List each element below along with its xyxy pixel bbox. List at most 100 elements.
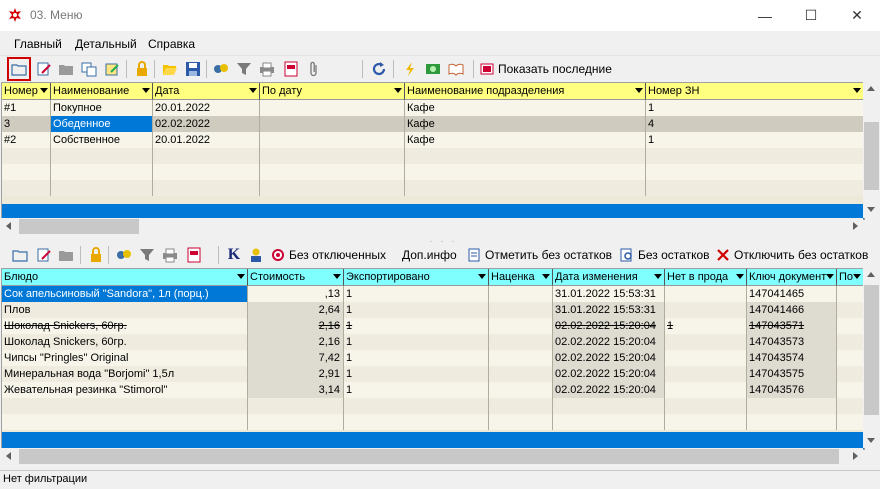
table-row[interactable]: Шоколад Snickers, 60гр. 2,16 1 02.02.2022 1…	[2, 318, 864, 334]
scroll-thumb[interactable]	[19, 449, 839, 464]
book-button[interactable]	[446, 59, 466, 79]
bottom_grid-column-header[interactable]: Ключ документ	[747, 269, 837, 286]
lock-button[interactable]	[132, 59, 152, 79]
refresh-icon	[372, 62, 386, 76]
table-cell: 31.01.2022 15:53:31	[553, 286, 665, 302]
dropdown-arrow-icon[interactable]	[333, 274, 341, 279]
menu-help[interactable]: Справка	[148, 37, 195, 51]
edit-button[interactable]	[34, 59, 54, 79]
column-header-label: Наценка	[491, 271, 535, 283]
print-button-2[interactable]	[160, 245, 180, 265]
dropdown-arrow-icon[interactable]	[394, 88, 402, 93]
lightning-button[interactable]	[400, 59, 420, 79]
table-row[interactable]: #1 Покупное 20.01.2022 Кафе 1	[2, 100, 864, 116]
toolbar-separator	[154, 60, 155, 78]
disable-no-stock-button[interactable]: Отключить без остатков	[716, 245, 868, 265]
minimize-button[interactable]: —	[742, 0, 788, 31]
bottom_grid-column-header[interactable]: Экспортировано	[344, 269, 489, 286]
table-row[interactable]: #2 Собственное 20.01.2022 Кафе 1	[2, 132, 864, 148]
bottom_grid-column-header[interactable]: Стоимость	[248, 269, 344, 286]
bottom_grid-column-header[interactable]: Нет в прода	[665, 269, 747, 286]
filter-button[interactable]	[234, 59, 254, 79]
top_grid-column-header[interactable]: Дата	[153, 83, 260, 100]
table-row[interactable]: Плов 2,64 1 31.01.2022 15:53:31 147041466	[2, 302, 864, 318]
top_grid-column-header[interactable]: Наименование	[51, 83, 153, 100]
dropdown-arrow-icon[interactable]	[853, 88, 861, 93]
open-folder-button-2[interactable]	[10, 245, 30, 265]
scroll-left-icon	[6, 222, 11, 230]
dropdown-arrow-icon[interactable]	[249, 88, 257, 93]
without-disabled-button[interactable]: Без отключенных	[271, 245, 386, 265]
close-button[interactable]: ✕	[834, 0, 880, 31]
folder-gray-button-2[interactable]	[56, 245, 76, 265]
person-button[interactable]	[246, 245, 266, 265]
table-row[interactable]: Минеральная вода "Borjomi" 1,5л 2,91 1 02.0…	[2, 366, 864, 382]
table-cell: 147043573	[747, 334, 837, 350]
extra-info-button[interactable]: Доп.инфо	[402, 245, 457, 265]
table-cell	[646, 164, 864, 180]
edit-button-2[interactable]	[34, 245, 54, 265]
print-button[interactable]	[257, 59, 277, 79]
table-row[interactable]: Жевательная резинка "Stimorol" 3,14 1 02.02…	[2, 382, 864, 398]
show-last-button[interactable]: Показать последние	[480, 59, 612, 79]
bottom-horizontal-scrollbar[interactable]	[1, 448, 863, 465]
table-cell: Собственное	[51, 132, 153, 148]
top-vertical-scrollbar[interactable]	[863, 82, 880, 218]
filter-button-2[interactable]	[137, 245, 157, 265]
dropdown-arrow-icon[interactable]	[142, 88, 150, 93]
scroll-thumb[interactable]	[864, 122, 879, 190]
bottom_grid-column-header[interactable]: Дата изменения	[553, 269, 665, 286]
top_grid-column-header[interactable]: Номер	[2, 83, 51, 100]
dropdown-arrow-icon[interactable]	[478, 274, 486, 279]
table-row[interactable]: Сок апельсиновый "Sandora", 1л (порц.) ,1…	[2, 286, 864, 302]
report-button[interactable]	[281, 59, 301, 79]
table-cell	[260, 148, 405, 164]
open-file-button[interactable]	[160, 59, 180, 79]
report-button-2[interactable]	[184, 245, 204, 265]
maximize-button[interactable]: ☐	[788, 0, 834, 31]
table-row[interactable]: Шоколад Snickers, 60гр. 2,16 1 02.02.2022 1…	[2, 334, 864, 350]
money-button[interactable]	[423, 59, 443, 79]
top_grid-column-header[interactable]: Наименование подразделения	[405, 83, 646, 100]
bottom_grid-column-header[interactable]: Наценка	[489, 269, 553, 286]
bottom_grid-column-header[interactable]: По	[837, 269, 864, 286]
save-button[interactable]	[183, 59, 203, 79]
menu-detail[interactable]: Детальный	[75, 37, 137, 51]
table-cell	[837, 350, 864, 366]
menu-main[interactable]: Главный	[14, 37, 62, 51]
bottom-vertical-scrollbar[interactable]	[863, 268, 880, 448]
dropdown-arrow-icon[interactable]	[40, 88, 48, 93]
k-icon[interactable]: K	[224, 245, 244, 265]
dropdown-arrow-icon[interactable]	[826, 274, 834, 279]
open-folder-button[interactable]	[7, 57, 31, 81]
table-cell: 1	[646, 100, 864, 116]
no-stock-button[interactable]: Без остатков	[620, 245, 710, 265]
mark-no-stock-button[interactable]: Отметить без остатков	[467, 245, 612, 265]
edit-note-button[interactable]	[102, 59, 122, 79]
column-header-label: Ключ документ	[749, 271, 827, 283]
dropdown-arrow-icon[interactable]	[542, 274, 550, 279]
top-horizontal-scrollbar[interactable]	[1, 218, 863, 235]
copy-button[interactable]	[79, 59, 99, 79]
dropdown-arrow-icon[interactable]	[635, 88, 643, 93]
dropdown-arrow-icon[interactable]	[736, 274, 744, 279]
table-cell	[2, 180, 51, 196]
top_grid-column-header[interactable]: По дату	[260, 83, 405, 100]
bottom_grid-column-header[interactable]: Блюдо	[2, 269, 248, 286]
table-row[interactable]: Чипсы "Pringles" Original 7,42 1 02.02.2022…	[2, 350, 864, 366]
dropdown-arrow-icon[interactable]	[654, 274, 662, 279]
splitter-handle[interactable]	[428, 236, 458, 245]
attach-button[interactable]	[304, 59, 324, 79]
group-button[interactable]	[211, 59, 231, 79]
dropdown-arrow-icon[interactable]	[853, 274, 861, 279]
lock-button-2[interactable]	[86, 245, 106, 265]
scroll-thumb[interactable]	[864, 285, 879, 415]
scroll-thumb[interactable]	[19, 219, 139, 234]
folder-gray-button[interactable]	[56, 59, 76, 79]
table-row[interactable]: 3 Обеденное 02.02.2022 Кафе 4	[2, 116, 864, 132]
dropdown-arrow-icon[interactable]	[237, 274, 245, 279]
no-stock-label: Без остатков	[638, 248, 710, 262]
group-button-2[interactable]	[114, 245, 134, 265]
refresh-button[interactable]	[369, 59, 389, 79]
top_grid-column-header[interactable]: Номер ЗН	[646, 83, 864, 100]
